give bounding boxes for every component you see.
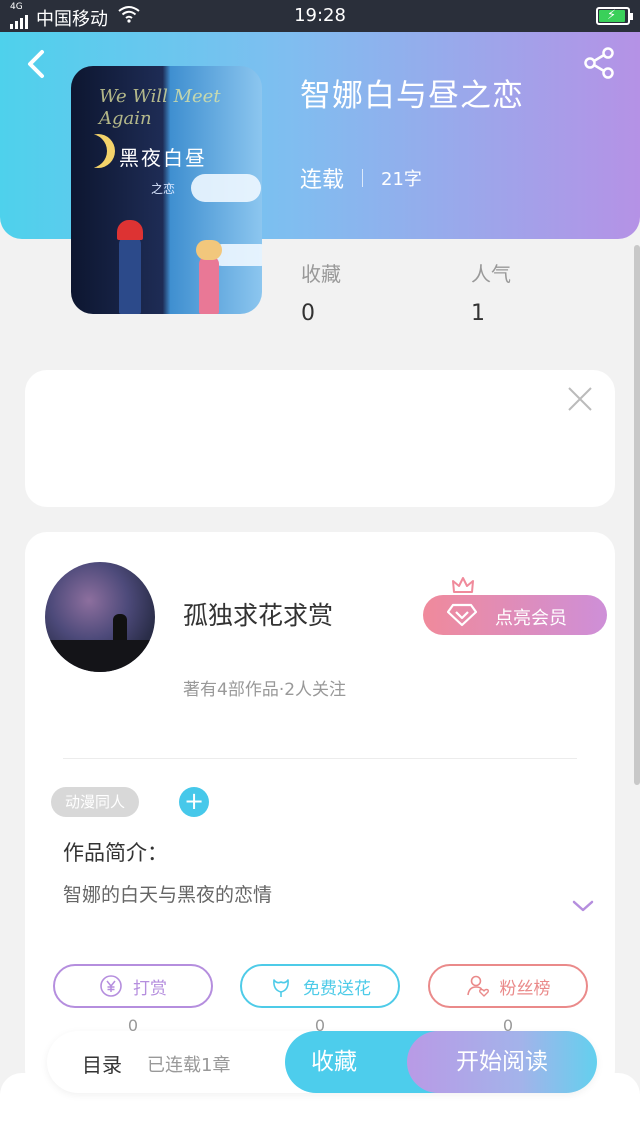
divider bbox=[63, 758, 577, 759]
vip-button[interactable]: 点亮会员 bbox=[423, 577, 607, 635]
cover-subtitle: 之恋 bbox=[151, 182, 176, 196]
author-name[interactable]: 孤独求花求赏 bbox=[183, 596, 333, 632]
share-icon[interactable] bbox=[582, 46, 616, 80]
fans-icon bbox=[466, 975, 489, 997]
popularity-label: 人气 bbox=[471, 262, 511, 286]
divider bbox=[362, 169, 364, 187]
avatar[interactable] bbox=[45, 562, 155, 672]
cover-cloud bbox=[191, 174, 261, 202]
add-tag-button[interactable]: + bbox=[179, 787, 209, 817]
author-meta: 著有4部作品·2人关注 bbox=[183, 680, 347, 700]
author-card: 孤独求花求赏 点亮会员 著有4部作品·2人关注 动漫同人 + 作品简介： 智娜的… bbox=[25, 532, 615, 1092]
favorites-value: 0 bbox=[301, 301, 315, 326]
bottom-action-bar: 目录 已连载1章 收藏 开始阅读 bbox=[47, 1031, 597, 1093]
toc-button[interactable]: 目录 bbox=[82, 1049, 122, 1078]
word-count: 21字 bbox=[381, 169, 422, 190]
scrollbar[interactable] bbox=[634, 245, 640, 785]
book-status-row: 连载 21字 bbox=[300, 162, 422, 194]
flower-icon bbox=[273, 979, 289, 997]
book-title: 智娜白与昼之恋 bbox=[300, 78, 524, 114]
cover-script-text: We Will Meet Again bbox=[99, 86, 221, 129]
intro-text: 智娜的白天与黑夜的恋情 bbox=[63, 884, 273, 906]
genre-tag[interactable]: 动漫同人 bbox=[51, 787, 140, 817]
clock: 19:28 bbox=[294, 5, 346, 26]
fans-ranking-button[interactable]: 粉丝榜 bbox=[428, 964, 588, 1008]
send-flower-label: 免费送花 bbox=[303, 978, 371, 999]
cover-character-boy bbox=[117, 220, 143, 314]
diamond-icon bbox=[447, 603, 477, 627]
chevron-down-icon[interactable] bbox=[571, 898, 595, 914]
yen-icon bbox=[100, 975, 122, 997]
vip-button-label: 点亮会员 bbox=[495, 608, 567, 629]
chapter-count[interactable]: 已连载1章 bbox=[147, 1051, 230, 1077]
tip-button[interactable]: 打赏 bbox=[53, 964, 213, 1008]
book-cover[interactable]: We Will Meet Again 黑夜白昼 之恋 bbox=[71, 66, 262, 314]
fans-ranking-label: 粉丝榜 bbox=[499, 978, 551, 999]
popularity-stat: 人气 1 bbox=[471, 258, 511, 326]
crown-icon bbox=[452, 577, 474, 593]
moon-icon bbox=[81, 134, 115, 168]
back-arrow-icon[interactable] bbox=[24, 48, 48, 80]
popularity-value: 1 bbox=[471, 301, 485, 326]
intro-label: 作品简介： bbox=[63, 841, 168, 865]
tip-label: 打赏 bbox=[133, 978, 167, 999]
status-bar: 4G 中国移动 19:28 ⚡ bbox=[0, 0, 640, 32]
cover-character-girl bbox=[196, 240, 222, 314]
battery-icon: ⚡ bbox=[596, 7, 633, 25]
start-reading-button[interactable]: 开始阅读 bbox=[407, 1031, 597, 1093]
send-flower-button[interactable]: 免费送花 bbox=[240, 964, 400, 1008]
favorites-label: 收藏 bbox=[301, 262, 341, 286]
serial-status: 连载 bbox=[300, 168, 345, 193]
close-icon[interactable] bbox=[567, 386, 593, 412]
cover-title: 黑夜白昼 bbox=[119, 146, 207, 170]
favorites-stat: 收藏 0 bbox=[301, 258, 341, 326]
ad-banner[interactable] bbox=[25, 370, 615, 507]
